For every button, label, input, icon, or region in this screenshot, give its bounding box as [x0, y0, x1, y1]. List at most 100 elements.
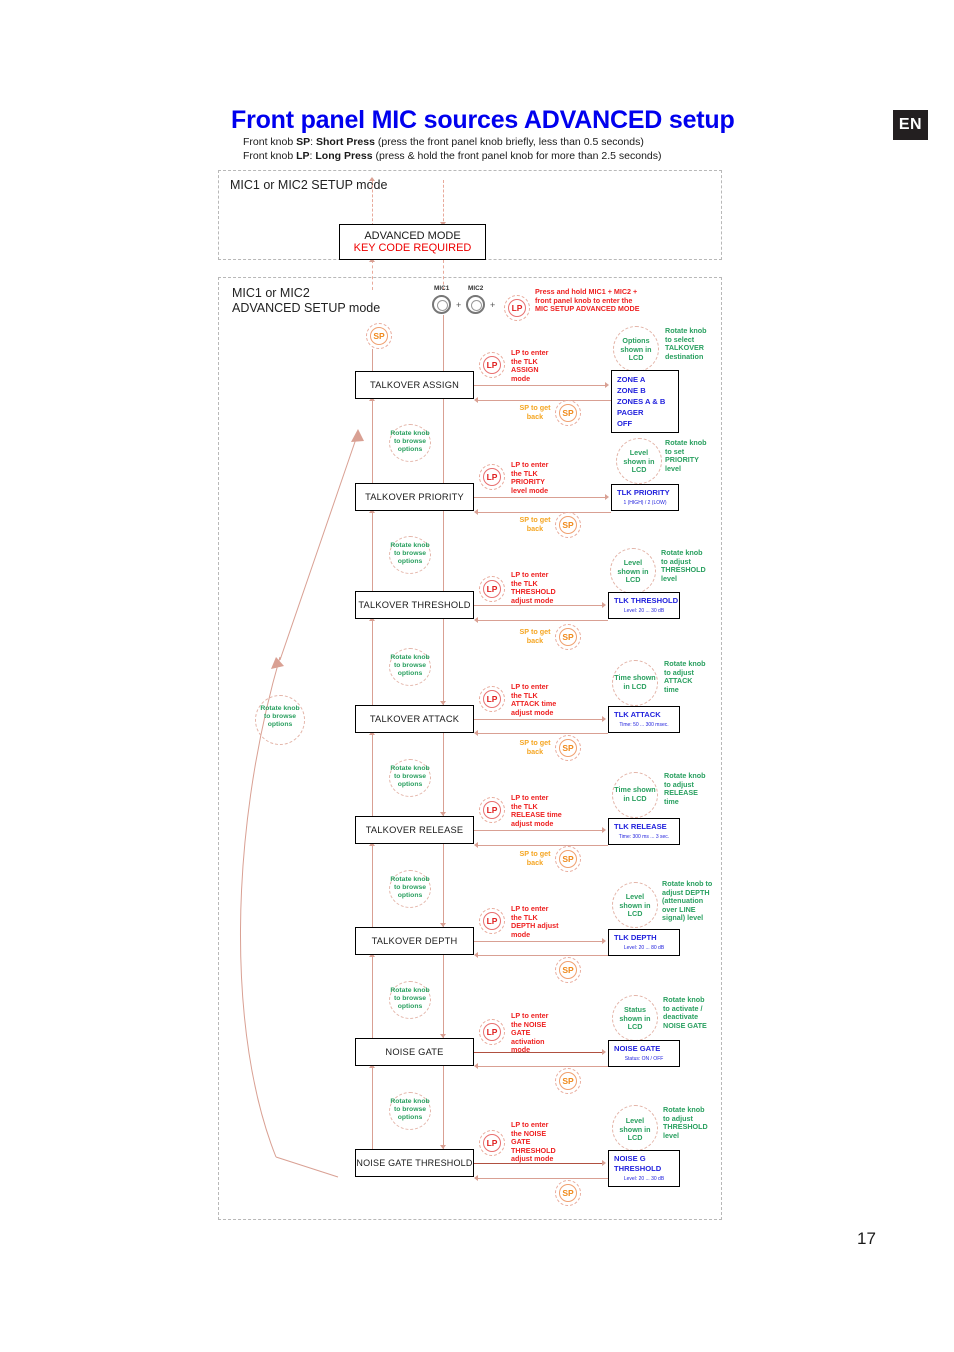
lcd-hint-talkover-priority: Level shown in LCD [623, 448, 655, 475]
value-sub: Level: 20 ... 80 dB [623, 945, 665, 951]
page-number: 17 [857, 1229, 876, 1248]
page-title: Front panel MIC sources ADVANCED setup [231, 106, 735, 134]
step-box-talkover-release[interactable]: TALKOVER RELEASE [355, 816, 474, 844]
trunk-right-1 [443, 399, 444, 487]
lp-hint-noise-gate-threshold: LP to enter the NOISE GATE THRESHOLD adj… [511, 1120, 556, 1164]
link-out-talkover-depth [474, 941, 604, 942]
rotate-hint-talkover-depth: Rotate knob to adjust DEPTH (attenuation… [662, 879, 713, 923]
step-box-talkover-priority[interactable]: TALKOVER PRIORITY [355, 483, 474, 511]
value-sub: Status: ON / OFF [624, 1056, 664, 1062]
lp-token-talkover-priority[interactable]: LP [479, 464, 505, 490]
trunk-right-2 [443, 511, 444, 595]
value-title: NOISE GATE [614, 1044, 661, 1053]
token-label: SP [559, 1184, 577, 1202]
browse-loop-label-2: Rotate knob to browse options [390, 542, 430, 566]
lp-hint-talkover-threshold: LP to enter the TLK THRESHOLD adjust mod… [511, 570, 556, 605]
sp-token-talkover-priority[interactable]: SP [555, 512, 581, 538]
sp-hint-talkover-assign: SP to get back [519, 403, 551, 421]
sp-token-noise-gate-threshold[interactable]: SP [555, 1180, 581, 1206]
trunk-right-top [443, 315, 444, 375]
language-badge: EN [893, 110, 928, 140]
value-sub: Time: 300 ms ... 3 sec. [618, 834, 670, 840]
link-back-noise-gate-threshold [478, 1178, 608, 1179]
sp-token-talkover-depth[interactable]: SP [555, 957, 581, 983]
top-sp-token[interactable]: SP [366, 323, 392, 349]
link-back-talkover-depth [478, 955, 608, 956]
token-label: SP [559, 739, 577, 757]
legend-short-press: Front knob SP: Short Press (press the fr… [243, 136, 644, 148]
rotate-hint-talkover-threshold: Rotate knob to adjust THRESHOLD level [661, 548, 706, 583]
lp-token-talkover-attack[interactable]: LP [479, 686, 505, 712]
step-box-talkover-assign[interactable]: TALKOVER ASSIGN [355, 371, 474, 399]
lp-token-talkover-assign[interactable]: LP [479, 352, 505, 378]
sp-token-talkover-attack[interactable]: SP [555, 735, 581, 761]
lp-hint-talkover-priority: LP to enter the TLK PRIORITY level mode [511, 460, 549, 495]
entry-lp-token[interactable]: LP [504, 295, 530, 321]
entry-instruction: Press and hold MIC1 + MIC2 + front panel… [535, 287, 640, 314]
link-out-talkover-priority [474, 497, 607, 498]
sp-token-talkover-threshold[interactable]: SP [555, 624, 581, 650]
arrow-out-talkover-depth [602, 938, 606, 944]
value-box-talkover-priority: TLK PRIORITY 1 (HIGH) / 2 (LOW) [611, 484, 679, 511]
arrow-back-noise-gate [474, 1063, 478, 1069]
lp-token-talkover-threshold[interactable]: LP [479, 576, 505, 602]
trunk-left-5 [372, 844, 373, 927]
mic1-knob-icon[interactable] [432, 295, 451, 314]
lp-token-noise-gate[interactable]: LP [479, 1019, 505, 1045]
step-box-noise-gate[interactable]: NOISE GATE [355, 1038, 474, 1066]
legend-prefix: Front knob [243, 136, 294, 148]
token-label: LP [508, 299, 526, 317]
lp-hint-talkover-assign: LP to enter the TLK ASSIGN mode [511, 348, 549, 383]
legend-prefix: Front knob [243, 150, 294, 162]
value-title: TLK PRIORITY [617, 488, 670, 497]
legend-name: Short Press [315, 136, 375, 148]
link-back-noise-gate [478, 1066, 608, 1067]
sp-token-noise-gate[interactable]: SP [555, 1068, 581, 1094]
lp-hint-talkover-depth: LP to enter the TLK DEPTH adjust mode [511, 904, 559, 939]
lcd-hint-talkover-assign: Options shown in LCD [620, 336, 652, 363]
value-box-talkover-attack: TLK ATTACK Time: 50 ... 300 msec. [608, 706, 680, 733]
rotate-hint-talkover-priority: Rotate knob to set PRIORITY level [665, 438, 707, 473]
value-box-talkover-release: TLK RELEASE Time: 300 ms ... 3 sec. [608, 818, 680, 845]
trunk-left-4 [372, 733, 373, 816]
plus-sign-1: + [456, 300, 462, 310]
token-label: LP [483, 801, 501, 819]
step-box-talkover-depth[interactable]: TALKOVER DEPTH [355, 927, 474, 955]
value-title: TLK RELEASE [614, 822, 667, 831]
value-sub: 1 (HIGH) / 2 (LOW) [623, 500, 667, 506]
legend-desc: (press the front panel knob briefly, les… [377, 136, 644, 148]
rotate-hint-noise-gate: Rotate knob to activate / deactivate NOI… [663, 995, 707, 1030]
browse-loop-label-7: Rotate knob to browse options [390, 1098, 430, 1122]
token-label: SP [370, 327, 388, 345]
token-label: LP [483, 1023, 501, 1041]
trunk-right-3 [443, 619, 444, 705]
step-box-noise-gate-threshold[interactable]: NOISE GATE THRESHOLD [355, 1149, 474, 1177]
value-box-noise-gate-threshold: NOISE G THRESHOLD Level: 20 ... 30 dB [608, 1150, 680, 1187]
step-box-talkover-threshold[interactable]: TALKOVER THRESHOLD [355, 591, 474, 619]
region-advanced-mode-label: MIC1 or MIC2 ADVANCED SETUP mode [232, 286, 381, 315]
arrow-out-talkover-attack [602, 716, 606, 722]
token-label: LP [483, 690, 501, 708]
sp-hint-talkover-threshold: SP to get back [519, 627, 551, 645]
lp-token-talkover-release[interactable]: LP [479, 797, 505, 823]
token-label: SP [559, 1072, 577, 1090]
trunk-left-1 [372, 399, 373, 487]
sp-token-talkover-release[interactable]: SP [555, 846, 581, 872]
lp-token-talkover-depth[interactable]: LP [479, 908, 505, 934]
sp-hint-talkover-attack: SP to get back [519, 738, 551, 756]
step-box-talkover-attack[interactable]: TALKOVER ATTACK [355, 705, 474, 733]
sp-token-talkover-assign[interactable]: SP [555, 400, 581, 426]
link-out-talkover-release [474, 830, 604, 831]
lp-token-noise-gate-threshold[interactable]: LP [479, 1130, 505, 1156]
arrow-back-talkover-priority [474, 509, 478, 515]
value-box-talkover-threshold: TLK THRESHOLD Level: 20 ... 30 dB [608, 592, 680, 619]
lcd-hint-noise-gate: Status shown in LCD [619, 1005, 651, 1032]
mic1-label: MIC1 [434, 285, 450, 292]
arrow-back-talkover-assign [474, 397, 478, 403]
browse-loop-label-6: Rotate knob to browse options [390, 987, 430, 1011]
value-title: TLK DEPTH [614, 933, 657, 942]
mic2-knob-icon[interactable] [466, 295, 485, 314]
plus-sign-2: + [490, 300, 496, 310]
lcd-hint-talkover-release: Time shown in LCD [614, 785, 656, 803]
arrow-out-noise-gate [602, 1049, 606, 1055]
